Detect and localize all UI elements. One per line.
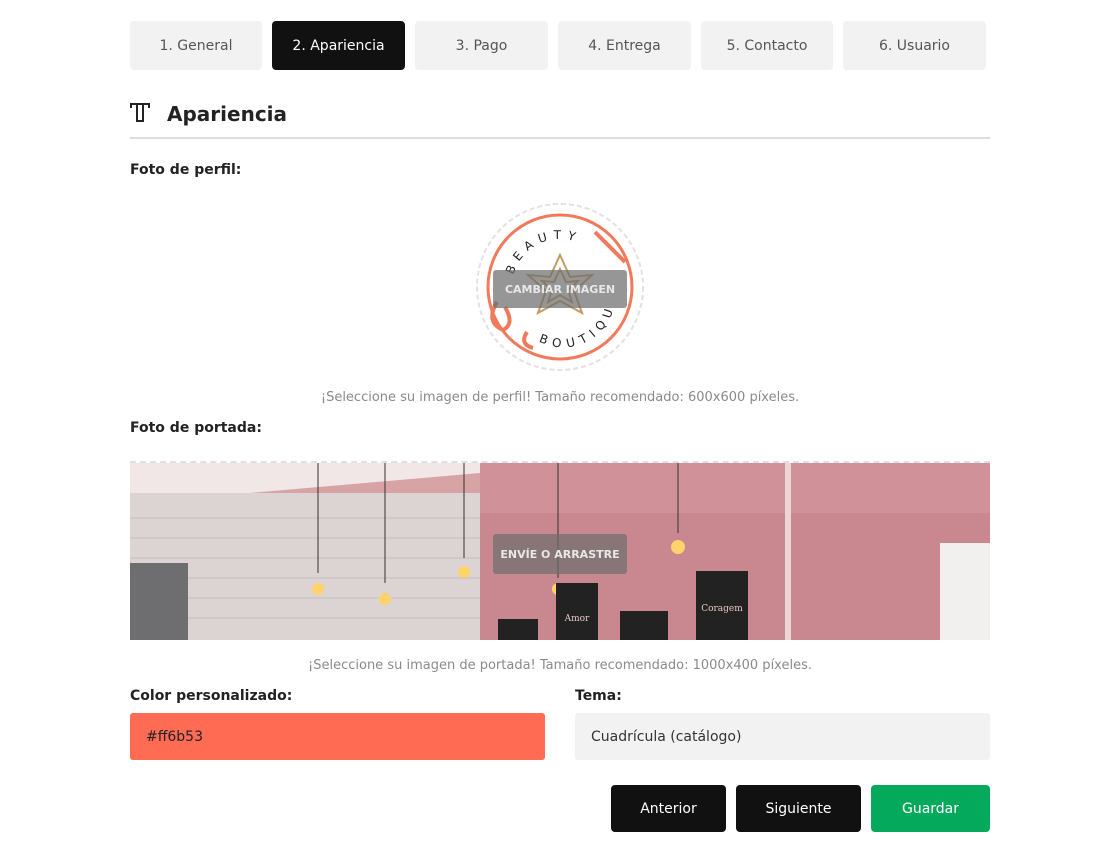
profile-photo-hint: ¡Seleccione su imagen de perfil! Tamaño …: [320, 390, 800, 405]
change-image-button[interactable]: CAMBIAR IMAGEN: [493, 270, 627, 308]
tab-general[interactable]: 1. General: [130, 21, 262, 70]
profile-photo-label: Foto de perfil:: [130, 162, 242, 178]
theme-label: Tema:: [575, 688, 622, 704]
upload-drag-button[interactable]: ENVÍE O ARRASTRE: [493, 534, 627, 574]
section-title: Apariencia: [167, 102, 288, 126]
save-button[interactable]: Guardar: [871, 785, 990, 832]
custom-color-input[interactable]: #ff6b53: [130, 713, 545, 760]
cover-photo-hint: ¡Seleccione su imagen de portada! Tamaño…: [308, 658, 812, 673]
previous-button[interactable]: Anterior: [611, 785, 726, 832]
tab-apariencia[interactable]: 2. Apariencia: [272, 21, 405, 70]
cover-sign-coragem: Coragem: [701, 604, 743, 614]
section-header: Apariencia: [130, 96, 990, 139]
tab-contacto[interactable]: 5. Contacto: [701, 21, 833, 70]
tab-usuario[interactable]: 6. Usuario: [843, 21, 986, 70]
text-t-icon: [130, 103, 150, 122]
step-tabs: 1. General 2. Apariencia 3. Pago 4. Entr…: [130, 21, 986, 70]
profile-photo[interactable]: BEAUTY BOUTIQUE CAMBIAR IMAGEN: [475, 202, 645, 372]
cover-sign-amor: Amor: [564, 614, 590, 624]
cover-photo[interactable]: Amor Coragem ENVÍE O ARRASTRE: [130, 461, 990, 640]
custom-color-label: Color personalizado:: [130, 688, 293, 704]
cover-photo-label: Foto de portada:: [130, 420, 262, 436]
tab-pago[interactable]: 3. Pago: [415, 21, 548, 70]
theme-select[interactable]: Cuadrícula (catálogo): [575, 713, 990, 760]
tab-entrega[interactable]: 4. Entrega: [558, 21, 691, 70]
next-button[interactable]: Siguiente: [736, 785, 861, 832]
